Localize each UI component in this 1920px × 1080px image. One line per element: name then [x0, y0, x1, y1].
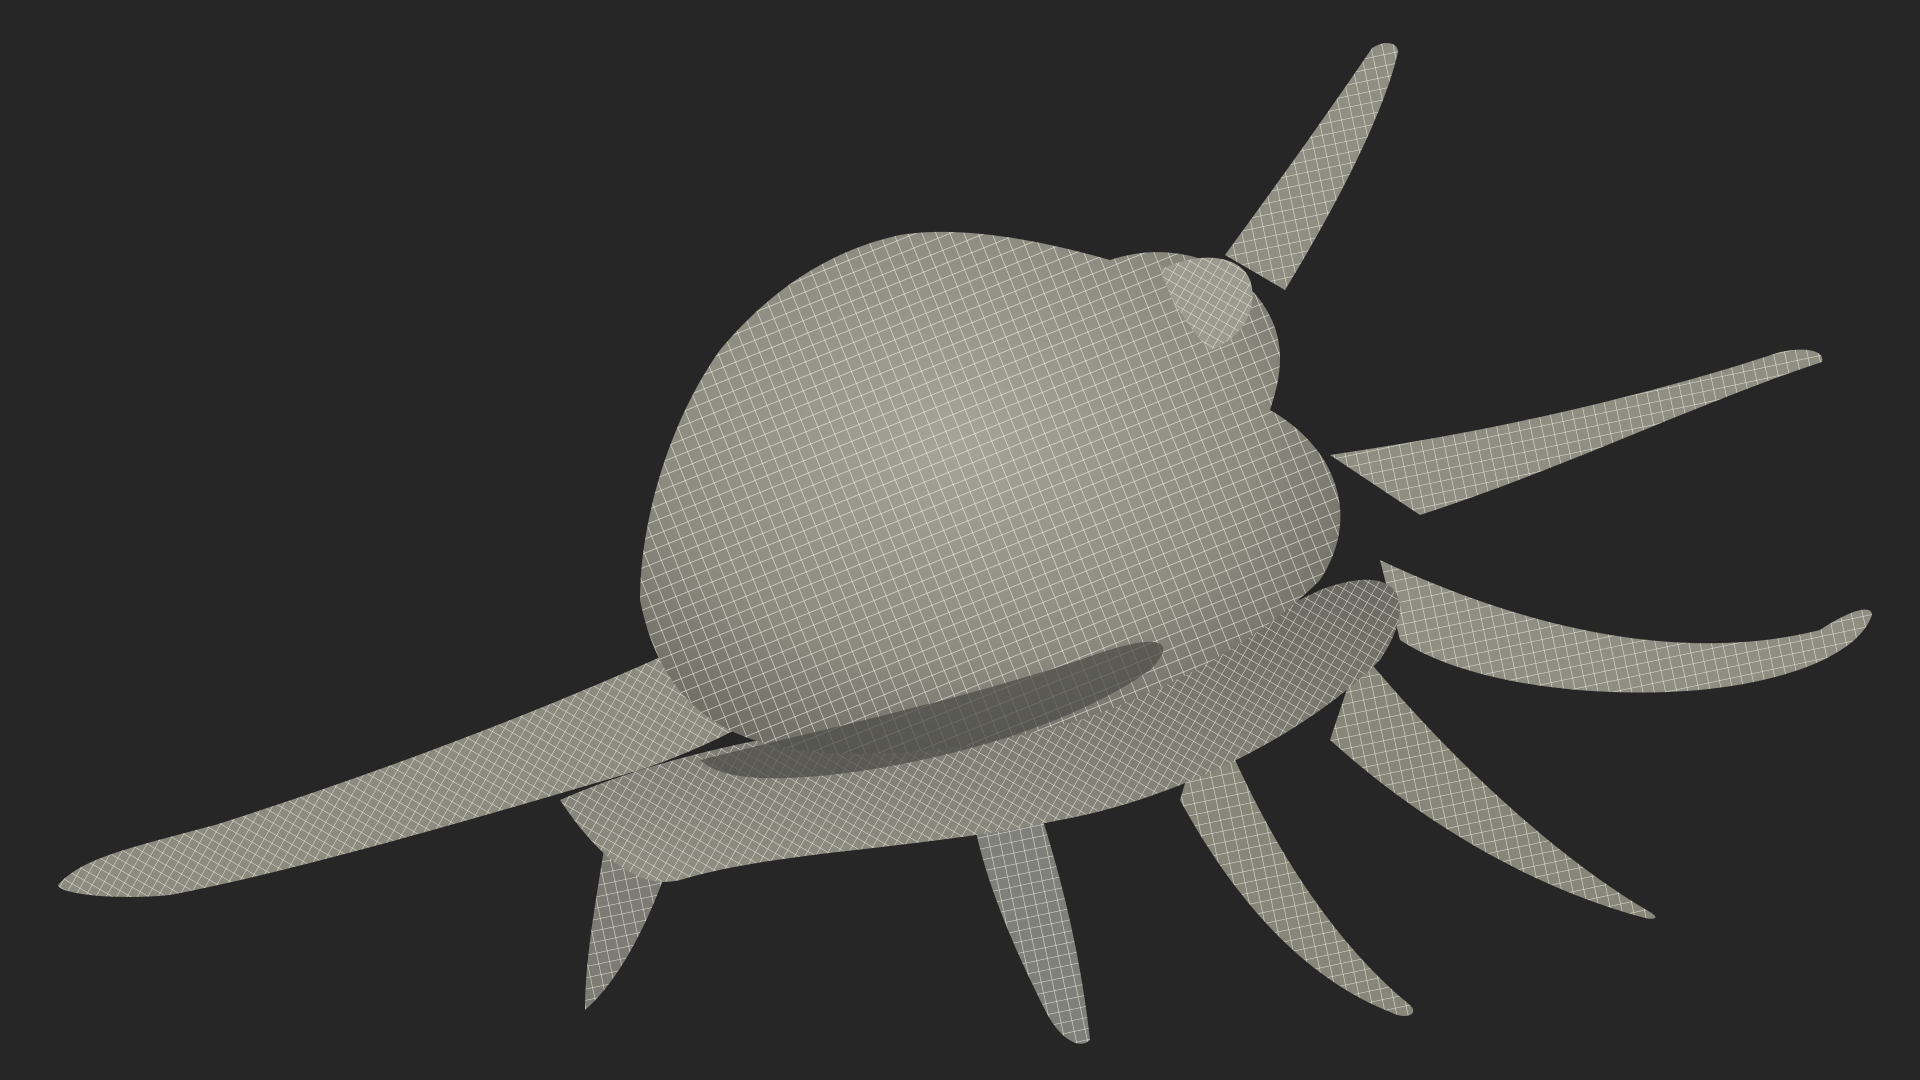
shell-render [58, 43, 1872, 1044]
3d-viewport[interactable] [0, 0, 1920, 1080]
